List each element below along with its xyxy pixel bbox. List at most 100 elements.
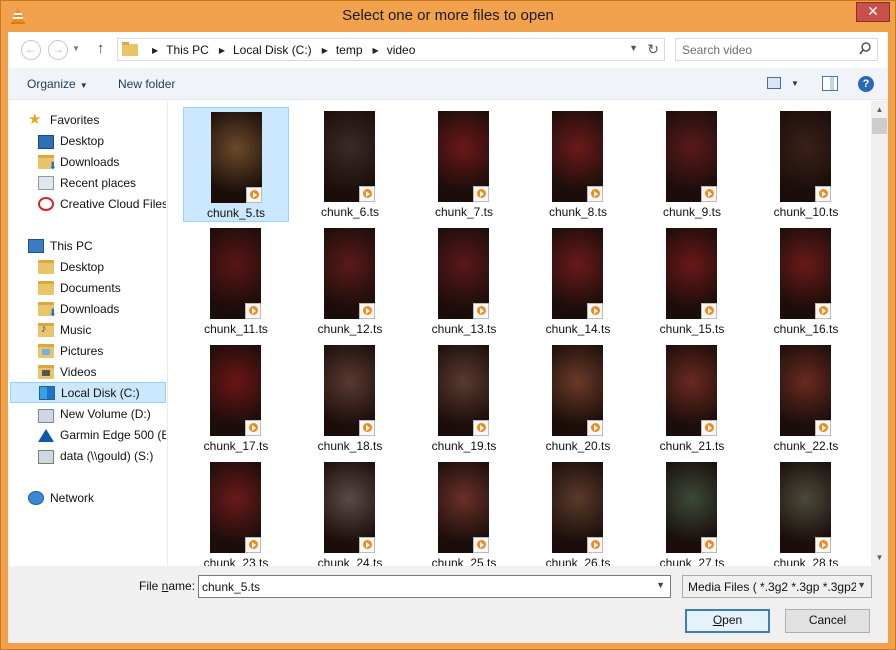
- organize-button[interactable]: Organize ▼: [27, 77, 88, 91]
- nav-item-videos[interactable]: Videos: [10, 361, 166, 382]
- search-input[interactable]: [682, 43, 852, 57]
- vlc-play-icon: [359, 186, 375, 202]
- close-button[interactable]: ✕: [856, 2, 890, 22]
- back-button[interactable]: ←: [21, 40, 41, 60]
- file-name-label: chunk_9.ts: [662, 205, 722, 219]
- nav-item-label: Desktop: [60, 133, 105, 148]
- nav-item-creative-cloud-files[interactable]: Creative Cloud Files: [10, 193, 166, 214]
- breadcrumb-separator-icon[interactable]: ▶: [322, 46, 328, 55]
- nav-item-recent-places[interactable]: Recent places: [10, 172, 166, 193]
- preview-pane-icon[interactable]: [822, 76, 838, 91]
- nav-item-this-pc[interactable]: This PC: [10, 235, 166, 256]
- file-item[interactable]: chunk_10.ts: [753, 107, 859, 222]
- file-item[interactable]: chunk_12.ts: [297, 224, 403, 339]
- breadcrumb-video[interactable]: video: [387, 43, 416, 57]
- address-history-chevron-icon[interactable]: ▼: [629, 43, 638, 53]
- nav-item-data-gould-s[interactable]: data (\\gould) (S:): [10, 445, 166, 466]
- search-box[interactable]: [675, 38, 878, 61]
- search-icon[interactable]: [859, 42, 871, 56]
- breadcrumb-separator-icon[interactable]: ▶: [219, 46, 225, 55]
- breadcrumb-separator-icon[interactable]: ▶: [152, 46, 158, 55]
- video-thumbnail: [210, 228, 261, 319]
- file-item[interactable]: chunk_27.ts: [639, 458, 745, 566]
- scroll-up-arrow-icon[interactable]: ▲: [871, 101, 888, 118]
- file-item[interactable]: chunk_26.ts: [525, 458, 631, 566]
- scrollbar-thumb[interactable]: [872, 118, 887, 134]
- file-item[interactable]: chunk_14.ts: [525, 224, 631, 339]
- file-item[interactable]: chunk_24.ts: [297, 458, 403, 566]
- nav-item-desktop[interactable]: Desktop: [10, 256, 166, 277]
- forward-button[interactable]: →: [48, 40, 68, 60]
- refresh-icon[interactable]: ↻: [647, 41, 659, 58]
- breadcrumb-temp[interactable]: temp: [336, 43, 363, 57]
- video-thumbnail: [438, 462, 489, 553]
- vlc-play-icon: [359, 537, 375, 553]
- address-bar[interactable]: ▶ This PC ▶ Local Disk (C:) ▶ temp ▶ vid…: [117, 38, 665, 61]
- nav-item-favorites[interactable]: ★ Favorites: [10, 109, 166, 130]
- nav-item-downloads[interactable]: Downloads: [10, 151, 166, 172]
- chevron-down-icon[interactable]: ▼: [857, 580, 866, 590]
- file-type-filter-select[interactable]: Media Files ( *.3g2 *.3gp *.3gp2 ▼: [682, 575, 872, 598]
- file-item[interactable]: chunk_6.ts: [297, 107, 403, 222]
- file-name-combobox[interactable]: ▼: [198, 575, 671, 598]
- vlc-play-icon: [815, 303, 831, 319]
- nav-item-local-disk-c[interactable]: Local Disk (C:): [10, 382, 166, 403]
- view-options-chevron-icon[interactable]: ▼: [791, 79, 799, 88]
- vlc-play-icon: [701, 537, 717, 553]
- recent-locations-chevron-icon[interactable]: ▼: [72, 44, 80, 53]
- file-item[interactable]: chunk_19.ts: [411, 341, 517, 456]
- up-button[interactable]: ↑: [97, 40, 105, 57]
- music-folder-icon: [38, 322, 54, 337]
- scroll-down-arrow-icon[interactable]: ▼: [871, 549, 888, 566]
- computer-icon: [28, 238, 44, 253]
- file-item[interactable]: chunk_28.ts: [753, 458, 859, 566]
- navigation-pane[interactable]: ★ Favorites Desktop Downloads Recent places C…: [8, 101, 168, 566]
- change-view-icon[interactable]: [767, 77, 781, 89]
- breadcrumb-this-pc[interactable]: This PC: [166, 43, 209, 57]
- vlc-play-icon: [701, 303, 717, 319]
- breadcrumb-local-disk[interactable]: Local Disk (C:): [233, 43, 312, 57]
- help-icon[interactable]: ?: [858, 76, 874, 92]
- video-thumbnail: [438, 345, 489, 436]
- vlc-play-icon: [701, 186, 717, 202]
- file-name-input[interactable]: [202, 580, 642, 594]
- nav-item-label: Downloads: [60, 154, 120, 169]
- file-name-label: chunk_24.ts: [317, 556, 383, 566]
- file-item[interactable]: chunk_8.ts: [525, 107, 631, 222]
- file-item[interactable]: chunk_11.ts: [183, 224, 289, 339]
- vlc-play-icon: [473, 537, 489, 553]
- file-item[interactable]: chunk_22.ts: [753, 341, 859, 456]
- file-item[interactable]: chunk_21.ts: [639, 341, 745, 456]
- file-item[interactable]: chunk_17.ts: [183, 341, 289, 456]
- file-item[interactable]: chunk_13.ts: [411, 224, 517, 339]
- file-item[interactable]: chunk_16.ts: [753, 224, 859, 339]
- nav-item-music[interactable]: Music: [10, 319, 166, 340]
- nav-item-garmin-edge-500-e[interactable]: Garmin Edge 500 (E:): [10, 424, 166, 445]
- video-thumbnail: [666, 228, 717, 319]
- cancel-button[interactable]: Cancel: [785, 609, 870, 633]
- file-item[interactable]: chunk_18.ts: [297, 341, 403, 456]
- nav-item-network[interactable]: Network: [10, 487, 166, 508]
- file-item[interactable]: chunk_15.ts: [639, 224, 745, 339]
- network-drive-icon: [38, 450, 54, 464]
- file-item[interactable]: chunk_25.ts: [411, 458, 517, 566]
- nav-item-desktop[interactable]: Desktop: [10, 130, 166, 151]
- vertical-scrollbar[interactable]: ▲ ▼: [871, 101, 888, 566]
- breadcrumb-separator-icon[interactable]: ▶: [373, 46, 379, 55]
- file-item[interactable]: chunk_9.ts: [639, 107, 745, 222]
- vlc-play-icon: [587, 186, 603, 202]
- nav-item-pictures[interactable]: Pictures: [10, 340, 166, 361]
- nav-item-new-volume-d[interactable]: New Volume (D:): [10, 403, 166, 424]
- nav-item-documents[interactable]: Documents: [10, 277, 166, 298]
- open-button[interactable]: Open: [685, 609, 770, 633]
- address-row: ← → ▼ ↑ ▶ This PC ▶ Local Disk (C:) ▶ te…: [8, 32, 888, 68]
- new-folder-button[interactable]: New folder: [118, 77, 175, 91]
- file-item[interactable]: chunk_23.ts: [183, 458, 289, 566]
- file-item[interactable]: chunk_20.ts: [525, 341, 631, 456]
- file-list[interactable]: chunk_5.ts chunk_6.ts chunk_7.ts chunk_8.ts…: [169, 101, 871, 566]
- title-bar[interactable]: Select one or more files to open ✕: [1, 1, 895, 32]
- file-item[interactable]: chunk_7.ts: [411, 107, 517, 222]
- file-item[interactable]: chunk_5.ts: [183, 107, 289, 222]
- nav-item-downloads[interactable]: Downloads: [10, 298, 166, 319]
- chevron-down-icon[interactable]: ▼: [656, 580, 665, 590]
